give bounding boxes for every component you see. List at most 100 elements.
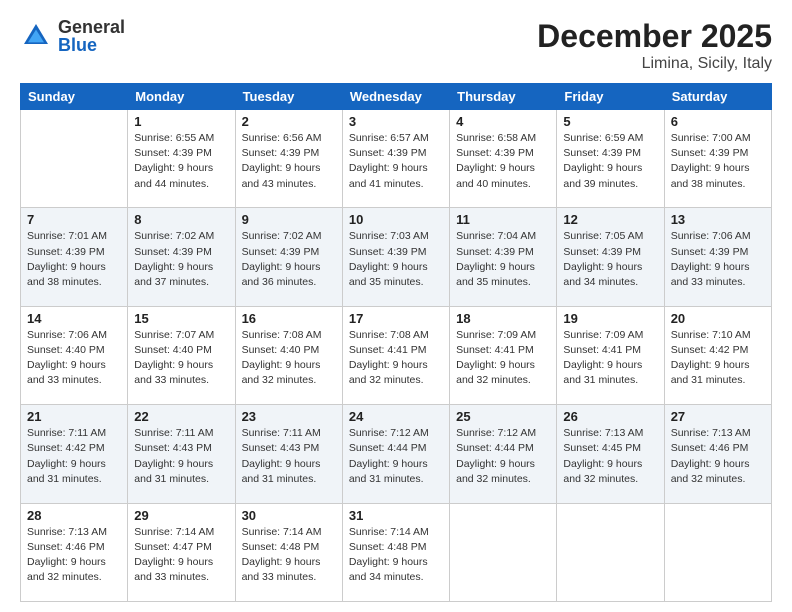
calendar-cell: 22 Sunrise: 7:11 AM Sunset: 4:43 PM Dayli… <box>128 405 235 503</box>
calendar-cell: 28Sunrise: 7:13 AM Sunset: 4:46 PM Dayli… <box>21 503 128 601</box>
calendar-cell: 11Sunrise: 7:04 AM Sunset: 4:39 PM Dayli… <box>450 208 557 306</box>
page: General Blue December 2025 Limina, Sicil… <box>0 0 792 612</box>
day-info: Sunrise: 7:08 AM Sunset: 4:40 PM Dayligh… <box>242 328 336 389</box>
calendar-cell: 16 Sunrise: 7:08 AM Sunset: 4:40 PM Dayli… <box>235 306 342 404</box>
calendar-cell: 9Sunrise: 7:02 AM Sunset: 4:39 PM Daylig… <box>235 208 342 306</box>
calendar-cell <box>450 503 557 601</box>
day-info: Sunrise: 7:11 AM Sunset: 4:42 PM Dayligh… <box>27 426 121 487</box>
day-info: Sunrise: 7:05 AM Sunset: 4:39 PM Dayligh… <box>563 229 657 290</box>
day-number: 30 <box>242 508 336 523</box>
day-number: 27 <box>671 409 765 424</box>
day-number: 6 <box>671 114 765 129</box>
day-number: 18 <box>456 311 550 326</box>
day-number: 12 <box>563 212 657 227</box>
calendar-table: SundayMondayTuesdayWednesdayThursdayFrid… <box>20 83 772 602</box>
logo-blue-text: Blue <box>58 36 125 54</box>
calendar-day-header: Thursday <box>450 84 557 110</box>
day-info: Sunrise: 7:09 AM Sunset: 4:41 PM Dayligh… <box>456 328 550 389</box>
day-number: 4 <box>456 114 550 129</box>
day-info: Sunrise: 7:03 AM Sunset: 4:39 PM Dayligh… <box>349 229 443 290</box>
calendar-week-row: 21Sunrise: 7:11 AM Sunset: 4:42 PM Dayli… <box>21 405 772 503</box>
calendar-cell <box>557 503 664 601</box>
day-info: Sunrise: 7:12 AM Sunset: 4:44 PM Dayligh… <box>456 426 550 487</box>
day-number: 17 <box>349 311 443 326</box>
day-info: Sunrise: 7:06 AM Sunset: 4:40 PM Dayligh… <box>27 328 121 389</box>
subtitle: Limina, Sicily, Italy <box>537 55 772 73</box>
calendar-cell: 4 Sunrise: 6:58 AM Sunset: 4:39 PM Daylig… <box>450 110 557 208</box>
calendar-cell: 31 Sunrise: 7:14 AM Sunset: 4:48 PM Dayli… <box>342 503 449 601</box>
day-number: 14 <box>27 311 121 326</box>
calendar-cell: 25 Sunrise: 7:12 AM Sunset: 4:44 PM Dayli… <box>450 405 557 503</box>
calendar-cell: 12 Sunrise: 7:05 AM Sunset: 4:39 PM Dayli… <box>557 208 664 306</box>
day-info: Sunrise: 7:01 AM Sunset: 4:39 PM Dayligh… <box>27 229 121 290</box>
calendar-day-header: Monday <box>128 84 235 110</box>
calendar-cell <box>21 110 128 208</box>
day-number: 23 <box>242 409 336 424</box>
day-info: Sunrise: 7:14 AM Sunset: 4:48 PM Dayligh… <box>242 525 336 586</box>
calendar-cell: 13 Sunrise: 7:06 AM Sunset: 4:39 PM Dayli… <box>664 208 771 306</box>
day-info: Sunrise: 7:02 AM Sunset: 4:39 PM Dayligh… <box>134 229 228 290</box>
day-number: 10 <box>349 212 443 227</box>
day-number: 1 <box>134 114 228 129</box>
day-info: Sunrise: 7:12 AM Sunset: 4:44 PM Dayligh… <box>349 426 443 487</box>
calendar-cell: 26Sunrise: 7:13 AM Sunset: 4:45 PM Dayli… <box>557 405 664 503</box>
calendar-cell: 15Sunrise: 7:07 AM Sunset: 4:40 PM Dayli… <box>128 306 235 404</box>
calendar-header-row: SundayMondayTuesdayWednesdayThursdayFrid… <box>21 84 772 110</box>
calendar-cell: 5 Sunrise: 6:59 AM Sunset: 4:39 PM Daylig… <box>557 110 664 208</box>
logo: General Blue <box>20 18 125 54</box>
calendar-cell: 20Sunrise: 7:10 AM Sunset: 4:42 PM Dayli… <box>664 306 771 404</box>
main-title: December 2025 <box>537 18 772 55</box>
day-info: Sunrise: 6:59 AM Sunset: 4:39 PM Dayligh… <box>563 131 657 192</box>
calendar-day-header: Wednesday <box>342 84 449 110</box>
calendar-day-header: Friday <box>557 84 664 110</box>
title-block: December 2025 Limina, Sicily, Italy <box>537 18 772 73</box>
calendar-cell: 7 Sunrise: 7:01 AM Sunset: 4:39 PM Daylig… <box>21 208 128 306</box>
calendar-day-header: Saturday <box>664 84 771 110</box>
calendar-cell: 24Sunrise: 7:12 AM Sunset: 4:44 PM Dayli… <box>342 405 449 503</box>
day-number: 8 <box>134 212 228 227</box>
calendar-cell: 6 Sunrise: 7:00 AM Sunset: 4:39 PM Daylig… <box>664 110 771 208</box>
calendar-cell: 14 Sunrise: 7:06 AM Sunset: 4:40 PM Dayli… <box>21 306 128 404</box>
day-number: 16 <box>242 311 336 326</box>
day-info: Sunrise: 6:57 AM Sunset: 4:39 PM Dayligh… <box>349 131 443 192</box>
calendar-cell: 29 Sunrise: 7:14 AM Sunset: 4:47 PM Dayli… <box>128 503 235 601</box>
day-number: 25 <box>456 409 550 424</box>
day-info: Sunrise: 6:56 AM Sunset: 4:39 PM Dayligh… <box>242 131 336 192</box>
calendar-cell <box>664 503 771 601</box>
calendar-cell: 27Sunrise: 7:13 AM Sunset: 4:46 PM Dayli… <box>664 405 771 503</box>
day-info: Sunrise: 7:00 AM Sunset: 4:39 PM Dayligh… <box>671 131 765 192</box>
calendar-week-row: 14 Sunrise: 7:06 AM Sunset: 4:40 PM Dayli… <box>21 306 772 404</box>
day-number: 9 <box>242 212 336 227</box>
logo-general-text: General <box>58 18 125 36</box>
day-number: 28 <box>27 508 121 523</box>
day-number: 22 <box>134 409 228 424</box>
calendar-week-row: 1 Sunrise: 6:55 AM Sunset: 4:39 PM Daylig… <box>21 110 772 208</box>
day-info: Sunrise: 6:58 AM Sunset: 4:39 PM Dayligh… <box>456 131 550 192</box>
calendar-cell: 8 Sunrise: 7:02 AM Sunset: 4:39 PM Daylig… <box>128 208 235 306</box>
day-info: Sunrise: 7:06 AM Sunset: 4:39 PM Dayligh… <box>671 229 765 290</box>
logo-text: General Blue <box>58 18 125 54</box>
calendar-day-header: Tuesday <box>235 84 342 110</box>
day-info: Sunrise: 7:09 AM Sunset: 4:41 PM Dayligh… <box>563 328 657 389</box>
calendar-cell: 23 Sunrise: 7:11 AM Sunset: 4:43 PM Dayli… <box>235 405 342 503</box>
day-number: 13 <box>671 212 765 227</box>
calendar-cell: 21Sunrise: 7:11 AM Sunset: 4:42 PM Dayli… <box>21 405 128 503</box>
day-info: Sunrise: 7:10 AM Sunset: 4:42 PM Dayligh… <box>671 328 765 389</box>
day-info: Sunrise: 6:55 AM Sunset: 4:39 PM Dayligh… <box>134 131 228 192</box>
calendar-cell: 19Sunrise: 7:09 AM Sunset: 4:41 PM Dayli… <box>557 306 664 404</box>
day-info: Sunrise: 7:14 AM Sunset: 4:47 PM Dayligh… <box>134 525 228 586</box>
day-info: Sunrise: 7:11 AM Sunset: 4:43 PM Dayligh… <box>134 426 228 487</box>
day-info: Sunrise: 7:14 AM Sunset: 4:48 PM Dayligh… <box>349 525 443 586</box>
day-number: 5 <box>563 114 657 129</box>
calendar-cell: 3Sunrise: 6:57 AM Sunset: 4:39 PM Daylig… <box>342 110 449 208</box>
day-number: 7 <box>27 212 121 227</box>
day-info: Sunrise: 7:07 AM Sunset: 4:40 PM Dayligh… <box>134 328 228 389</box>
calendar-cell: 30 Sunrise: 7:14 AM Sunset: 4:48 PM Dayli… <box>235 503 342 601</box>
calendar-cell: 17Sunrise: 7:08 AM Sunset: 4:41 PM Dayli… <box>342 306 449 404</box>
logo-icon <box>20 20 52 52</box>
day-number: 29 <box>134 508 228 523</box>
day-number: 26 <box>563 409 657 424</box>
day-number: 31 <box>349 508 443 523</box>
calendar-day-header: Sunday <box>21 84 128 110</box>
day-info: Sunrise: 7:11 AM Sunset: 4:43 PM Dayligh… <box>242 426 336 487</box>
